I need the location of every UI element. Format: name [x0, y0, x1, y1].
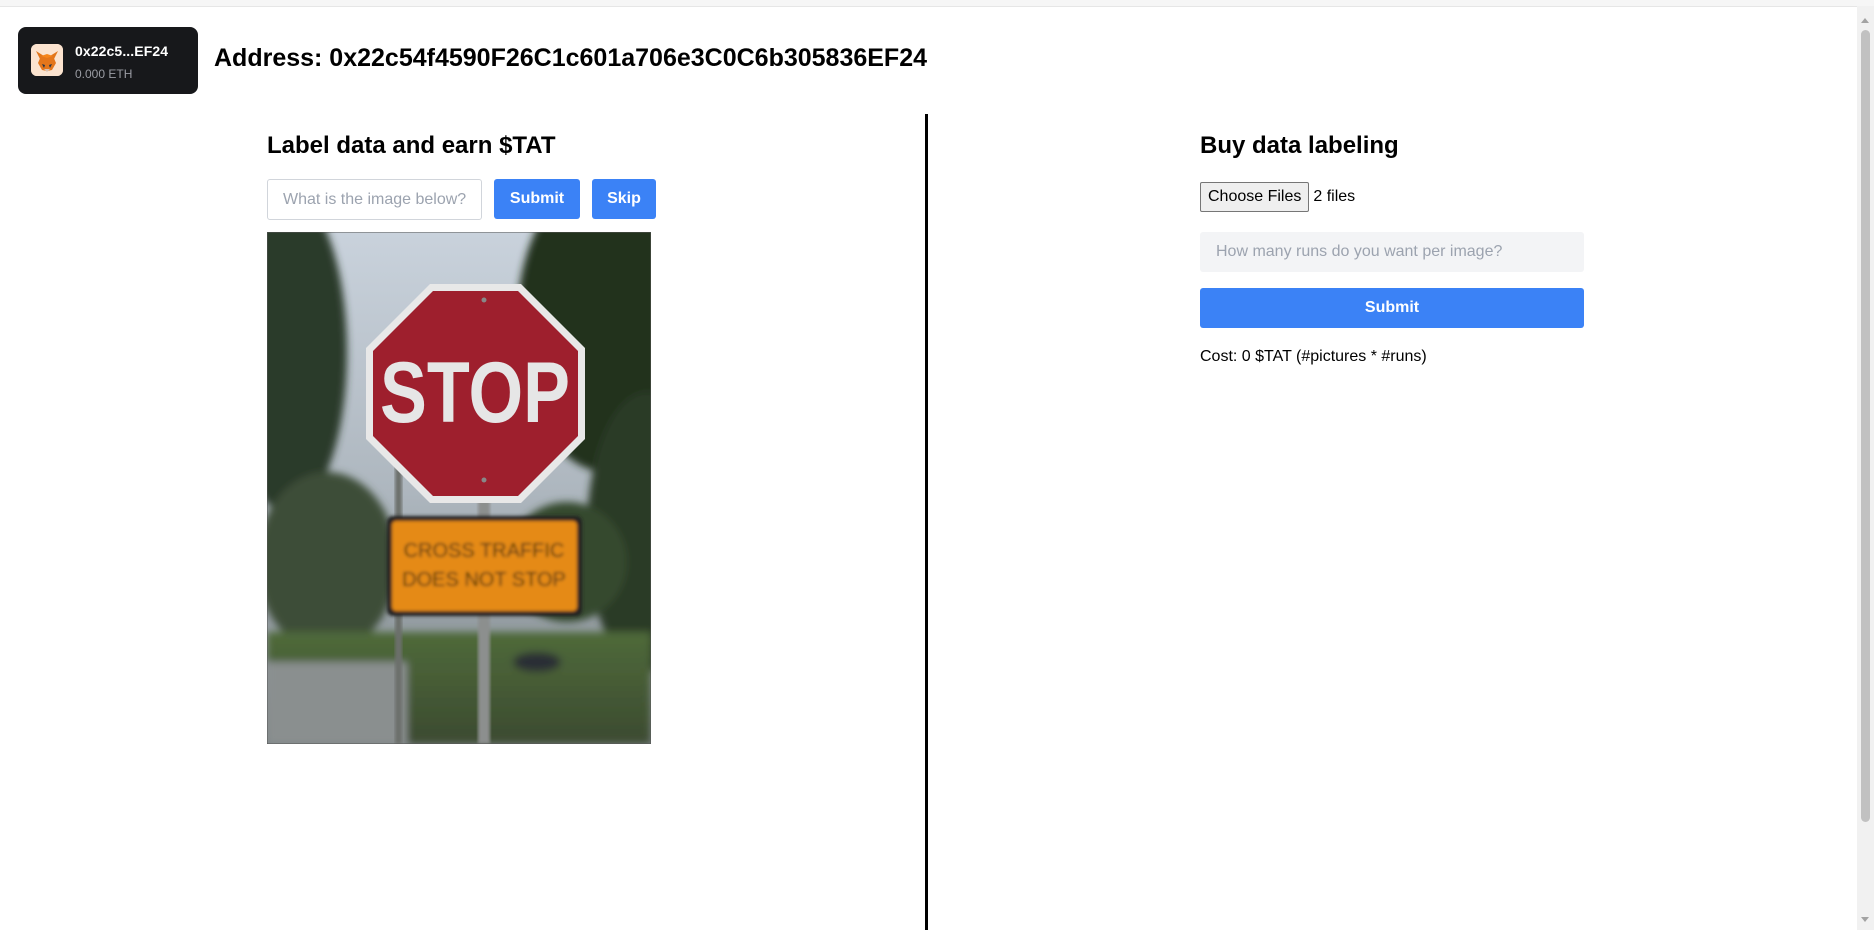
cost-text: Cost: 0 $TAT (#pictures * #runs)	[1200, 348, 1427, 365]
wallet-badge[interactable]: 0x22c5...EF24 0.000 ETH	[18, 27, 198, 94]
plate-line-2: DOES NOT STOP	[402, 569, 566, 591]
page-scrollbar[interactable]	[1857, 6, 1874, 930]
plate-line-1: CROSS TRAFFIC	[404, 540, 565, 562]
browser-top-edge	[0, 0, 1874, 7]
image-to-label: STOP CROSS TRAFFIC DOES NOT STOP	[267, 232, 651, 744]
label-input[interactable]	[267, 179, 482, 220]
file-picker: Choose Files 2 files	[1200, 182, 1355, 212]
panel-divider	[925, 114, 928, 930]
stop-sign-text: STOP	[380, 345, 570, 441]
files-selected-text: 2 files	[1313, 188, 1356, 205]
scroll-thumb[interactable]	[1861, 30, 1870, 822]
label-panel-title: Label data and earn $TAT	[267, 132, 556, 159]
scroll-up-icon[interactable]	[1861, 18, 1869, 23]
choose-files-button[interactable]: Choose Files	[1200, 182, 1310, 212]
buy-panel-title: Buy data labeling	[1200, 132, 1399, 159]
wallet-name: 0x22c5...EF24	[75, 43, 169, 59]
wallet-balance: 0.000 ETH	[75, 67, 133, 81]
buy-submit-button[interactable]: Submit	[1200, 288, 1584, 328]
scroll-down-icon[interactable]	[1861, 917, 1869, 922]
skip-button[interactable]: Skip	[592, 179, 656, 219]
address-heading: Address: 0x22c54f4590F26C1c601a706e3C0C6…	[214, 44, 928, 72]
runs-per-image-input[interactable]	[1200, 232, 1584, 272]
label-submit-button[interactable]: Submit	[494, 179, 580, 219]
metamask-fox-icon	[31, 44, 63, 76]
app-page: 0x22c5...EF24 0.000 ETH Address: 0x22c54…	[0, 0, 1874, 930]
